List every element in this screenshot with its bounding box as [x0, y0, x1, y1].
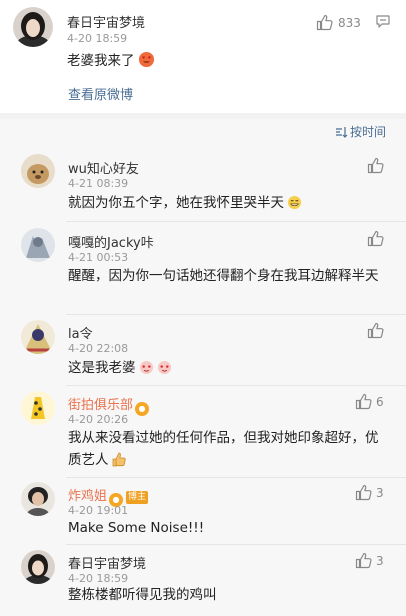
thumbs-up-icon[interactable] [355, 484, 372, 501]
author-badge: 博主 [126, 491, 149, 504]
comment-time: 4-20 22:08 [68, 342, 129, 355]
comment-like-count: 3 [376, 554, 384, 568]
comment-like-count: 3 [376, 486, 384, 500]
divider [66, 477, 406, 478]
avatar[interactable] [21, 550, 55, 584]
comment-text: 我从来没看过她的任何作品，但我对她印象超好，优质艺人 [68, 430, 379, 468]
comment-like-count: 6 [376, 395, 384, 409]
thumbs-up-icon[interactable] [355, 552, 372, 569]
original-post: 春日宇宙梦境 4-20 18:59 833 老婆我来了 查看原微博 [0, 0, 406, 113]
comment-username[interactable]: 春日宇宙梦境 [68, 553, 146, 572]
comment-time: 4-20 20:26 [68, 413, 129, 426]
avatar[interactable] [21, 391, 55, 425]
comment-text: 醒醒，因为你一句话她还得翻个身在我耳边解释半天 [68, 268, 379, 284]
post-text: 老婆我来了 [67, 50, 155, 72]
comment-text: 这是我老婆 [68, 357, 390, 379]
comment-text: 整栋楼都听得见我的鸡叫 [68, 587, 217, 603]
divider [66, 385, 406, 386]
post-like-count: 833 [338, 16, 361, 30]
avatar[interactable] [21, 320, 55, 354]
divider [66, 314, 406, 315]
thumbs-up-icon[interactable] [367, 322, 384, 339]
comment-icon[interactable] [376, 15, 390, 28]
thumbs-up-icon[interactable] [355, 393, 372, 410]
view-original-link[interactable]: 查看原微博 [68, 84, 133, 103]
avatar[interactable] [21, 228, 55, 262]
love-face-emoji-icon [139, 360, 153, 375]
sort-icon [336, 127, 348, 138]
comment-username[interactable]: 嘎嘎的Jacky咔 [68, 232, 154, 251]
vip-badge-icon: ● [135, 402, 150, 416]
grin-emoji-icon [287, 195, 302, 210]
thumbs-up-emoji-icon [112, 452, 126, 467]
thumbs-up-icon[interactable] [367, 157, 384, 174]
post-time: 4-20 18:59 [67, 32, 128, 45]
divider [66, 221, 406, 222]
sort-by-time-button[interactable]: 按时间 [335, 123, 386, 140]
thumbs-up-icon[interactable] [367, 230, 384, 247]
avatar[interactable] [21, 482, 55, 516]
love-face-emoji-icon [157, 360, 171, 375]
avatar[interactable] [13, 7, 53, 47]
comment-text: Make Some Noise!!! [68, 520, 205, 536]
thumbs-up-icon[interactable] [316, 14, 333, 31]
comment-time: 4-21 00:53 [68, 251, 129, 264]
comment-username[interactable]: la令 [68, 323, 93, 342]
avatar[interactable] [21, 154, 55, 188]
comment-time: 4-21 08:39 [68, 177, 129, 190]
comment-username[interactable]: wu知心好友 [68, 158, 139, 177]
divider [66, 544, 406, 545]
heart-eyes-emoji-icon [138, 51, 154, 68]
comment-text: 就因为你五个字，她在我怀里哭半天 [68, 192, 390, 214]
comment-time: 4-20 19:01 [68, 504, 129, 517]
post-username[interactable]: 春日宇宙梦境 [67, 12, 145, 31]
comment-list [0, 147, 406, 616]
